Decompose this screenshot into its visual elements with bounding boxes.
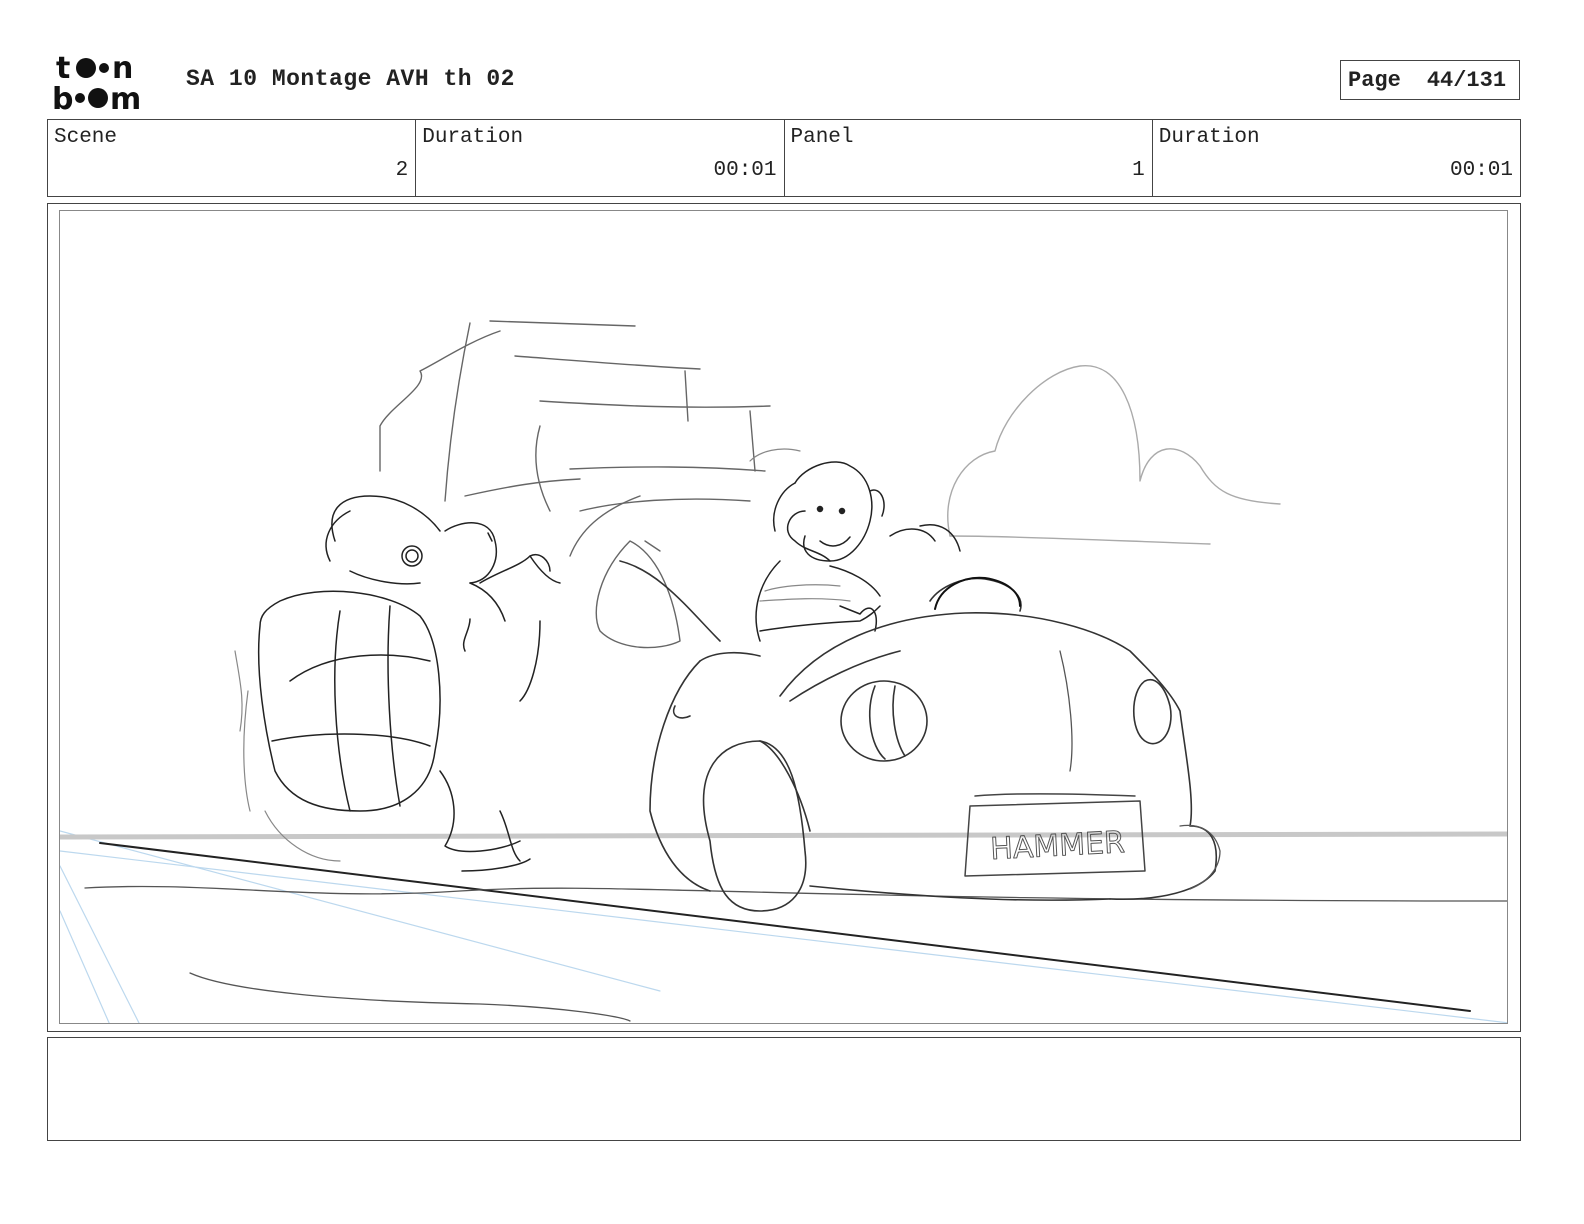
scene-duration-value: 00:01: [713, 159, 777, 182]
car: [619, 560, 1217, 912]
license-plate: HAMMER: [964, 793, 1146, 877]
scene-duration-cell: Duration 00:01: [416, 120, 785, 196]
cloud: [947, 365, 1281, 545]
right-character: [755, 461, 961, 642]
panel-label: Panel: [790, 126, 854, 149]
notes-box: [47, 1037, 1521, 1141]
panel-duration-label: Duration: [1158, 126, 1260, 149]
svg-text:m: m: [110, 82, 141, 112]
panel-duration-cell: Duration 00:01: [1153, 120, 1520, 196]
svg-text:t: t: [56, 52, 70, 86]
scene-duration-label: Duration: [422, 126, 524, 149]
panel-sketch: HAMMER: [60, 320, 1507, 1023]
panel-duration-value: 00:01: [1449, 159, 1513, 182]
svg-text:b: b: [52, 82, 73, 112]
scene-cell: Scene 2: [48, 120, 417, 196]
page-number: 44/131: [1426, 67, 1507, 93]
scene-value: 2: [395, 159, 409, 182]
storyboard-title: SA 10 Montage AVH th 02: [186, 66, 515, 92]
panel-value: 1: [1132, 159, 1145, 182]
scene-info-table: Scene 2 Duration 00:01 Panel 1 Duration …: [47, 119, 1521, 197]
background-truck: [379, 320, 771, 649]
panel-cell: Panel 1: [785, 120, 1153, 196]
license-plate-text: HAMMER: [989, 825, 1125, 867]
storyboard-panel-image: HAMMER: [59, 210, 1508, 1024]
storyboard-panel-frame: HAMMER: [47, 203, 1521, 1032]
svg-text:n: n: [112, 52, 133, 86]
page-indicator: Page 44/131: [1340, 60, 1520, 100]
page-label: Page: [1348, 67, 1401, 93]
left-character: [257, 495, 561, 872]
road-edge: [99, 842, 1471, 1012]
horizon-line: [60, 831, 1507, 840]
scene-label: Scene: [54, 126, 118, 149]
toon-boom-logo: t n b m: [52, 51, 164, 117]
